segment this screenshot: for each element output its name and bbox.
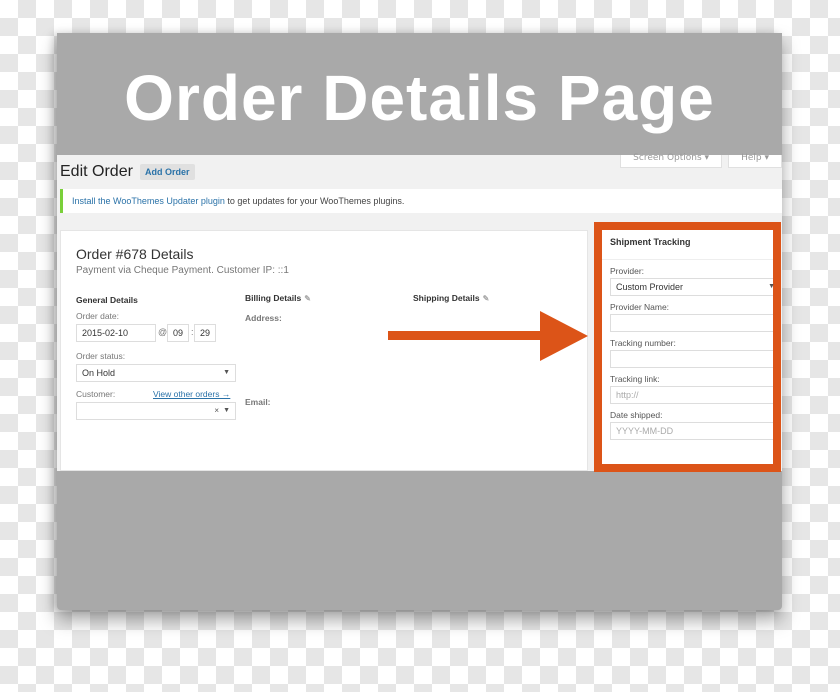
provider-name-label: Provider Name: — [610, 302, 670, 312]
provider-field: Provider: Custom Provider ▼ — [602, 266, 775, 296]
edit-billing-pencil-icon[interactable]: ✎ — [304, 294, 311, 303]
shipping-details-label: Shipping Details — [413, 293, 480, 303]
provider-name-field: Provider Name: — [602, 302, 773, 332]
date-shipped-label: Date shipped: — [610, 410, 663, 420]
updater-notice: Install the WooThemes Updater plugin to … — [60, 189, 782, 213]
chevron-down-icon: ▼ — [768, 283, 775, 290]
at-symbol: @ — [158, 327, 168, 337]
order-status-select[interactable]: On Hold ▼ — [76, 364, 236, 382]
order-date-input[interactable]: 2015-02-10 — [76, 324, 156, 342]
chevron-down-icon: ▼ — [223, 369, 230, 376]
order-date-label: Order date: — [76, 311, 119, 321]
provider-label: Provider: — [610, 266, 645, 276]
tracking-number-label: Tracking number: — [610, 338, 676, 348]
provider-value: Custom Provider — [616, 282, 684, 292]
date-shipped-field: Date shipped: YYYY-MM-DD — [602, 410, 773, 440]
shipping-details-heading: Shipping Details ✎ — [413, 293, 489, 303]
add-order-button[interactable]: Add Order — [140, 164, 195, 180]
billing-details-heading: Billing Details ✎ — [245, 293, 311, 303]
tracking-link-field: Tracking link: http:// — [602, 374, 773, 404]
tracking-number-input[interactable] — [610, 350, 773, 368]
shipment-tracking-highlight: Shipment Tracking Provider: Custom Provi… — [594, 222, 781, 472]
date-shipped-input[interactable]: YYYY-MM-DD — [610, 422, 773, 440]
provider-name-input[interactable] — [610, 314, 773, 332]
page-title: Edit Order — [60, 163, 133, 180]
billing-email-label: Email: — [245, 397, 271, 407]
customer-label: Customer: — [76, 389, 116, 399]
order-status-value: On Hold — [82, 368, 116, 378]
order-status-label: Order status: — [76, 351, 126, 361]
order-title: Order #678 Details — [76, 246, 194, 262]
view-other-orders-link[interactable]: View other orders → — [153, 389, 230, 399]
chevron-down-icon: ▼ — [223, 407, 230, 414]
billing-details-label: Billing Details — [245, 293, 302, 303]
shipment-tracking-heading: Shipment Tracking — [602, 230, 773, 260]
notice-text: to get updates for your WooThemes plugin… — [224, 196, 405, 206]
order-subtitle: Payment via Cheque Payment. Customer IP:… — [76, 265, 289, 276]
screen-options-button[interactable]: Screen Options ▾ — [620, 154, 723, 168]
order-minute-input[interactable]: 29 — [194, 324, 216, 342]
tracking-link-label: Tracking link: — [610, 374, 660, 384]
banner-title: Order Details Page — [124, 62, 715, 134]
arrow-head — [540, 311, 588, 361]
arrow-pointer-icon — [388, 311, 588, 361]
tracking-number-field: Tracking number: — [602, 338, 773, 368]
clear-icon[interactable]: × — [214, 403, 219, 419]
order-hour-input[interactable]: 09 — [167, 324, 189, 342]
customer-select[interactable]: × ▼ — [76, 402, 236, 420]
general-details-heading: General Details — [76, 295, 138, 305]
screen-meta-links: Screen Options ▾ Help ▾ — [620, 154, 782, 168]
install-updater-link[interactable]: Install the WooThemes Updater plugin — [72, 196, 225, 206]
tracking-link-input[interactable]: http:// — [610, 386, 773, 404]
provider-select[interactable]: Custom Provider ▼ — [610, 278, 775, 296]
help-button[interactable]: Help ▾ — [728, 154, 782, 168]
billing-address-label: Address: — [245, 313, 282, 323]
arrow-shaft — [388, 331, 543, 340]
edit-shipping-pencil-icon[interactable]: ✎ — [483, 294, 490, 303]
